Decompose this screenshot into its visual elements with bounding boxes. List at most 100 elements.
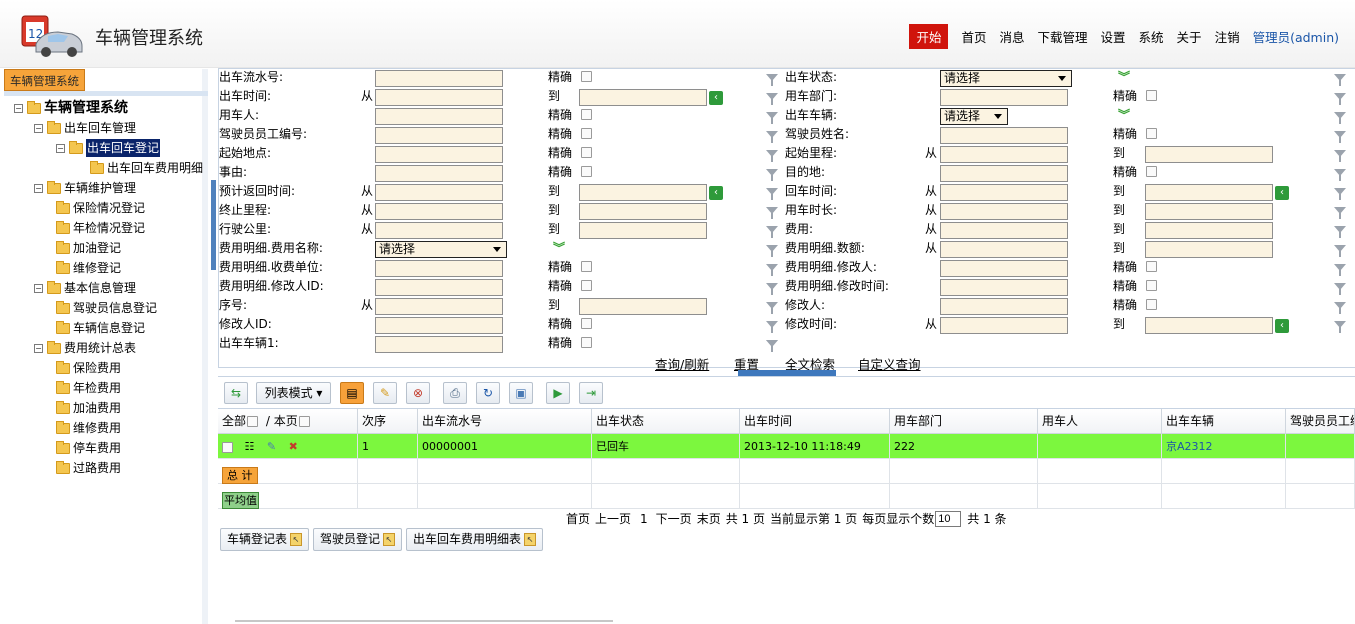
- column-header[interactable]: 出车状态: [592, 409, 740, 434]
- tree-node[interactable]: 出车回车费用明细: [90, 159, 203, 177]
- export-button[interactable]: ▣: [509, 382, 533, 404]
- field-input-from[interactable]: [375, 298, 503, 315]
- select-dropdown[interactable]: 请选择: [940, 70, 1072, 87]
- field-input[interactable]: [375, 336, 503, 353]
- pager-last[interactable]: 末页: [697, 510, 721, 527]
- filter-icon[interactable]: [766, 150, 778, 162]
- tree-node[interactable]: 维修费用: [56, 419, 121, 437]
- edit-record-button[interactable]: ✎: [373, 382, 397, 404]
- expand-chevron-icon[interactable]: ︾: [1118, 109, 1130, 121]
- edit-row-icon[interactable]: ✎: [267, 440, 276, 453]
- column-header[interactable]: 出车车辆: [1162, 409, 1286, 434]
- tree-node[interactable]: 年检情况登记: [56, 219, 145, 237]
- exact-checkbox[interactable]: [1146, 261, 1157, 272]
- filter-icon[interactable]: [1334, 264, 1346, 276]
- exact-checkbox[interactable]: [581, 71, 592, 82]
- filter-icon[interactable]: [766, 74, 778, 86]
- tab-vehicle-register[interactable]: 车辆登记表 ↖: [220, 528, 310, 551]
- field-input[interactable]: [940, 89, 1068, 106]
- refresh-list-button[interactable]: ⇆: [224, 382, 248, 404]
- tree-node[interactable]: − 车辆管理系统: [14, 99, 128, 117]
- filter-icon[interactable]: [766, 169, 778, 181]
- exact-checkbox[interactable]: [1146, 280, 1157, 291]
- collapse-toggle-icon[interactable]: −: [34, 283, 43, 293]
- filter-icon[interactable]: [1334, 74, 1346, 86]
- field-input[interactable]: [375, 165, 503, 182]
- exact-checkbox[interactable]: [581, 318, 592, 329]
- pager-prev[interactable]: 上一页: [595, 510, 631, 527]
- field-input-from[interactable]: [940, 241, 1068, 258]
- exact-checkbox[interactable]: [581, 261, 592, 272]
- tab-driver-register[interactable]: 驾驶员登记 ↖: [313, 528, 403, 551]
- list-mode-dropdown[interactable]: 列表模式 ▾: [256, 382, 331, 404]
- filter-icon[interactable]: [766, 264, 778, 276]
- field-input-to[interactable]: [579, 203, 707, 220]
- exact-checkbox[interactable]: [581, 128, 592, 139]
- field-input[interactable]: [940, 298, 1068, 315]
- cell-vehicle[interactable]: 京A2312: [1162, 434, 1286, 459]
- date-picker-button[interactable]: ‹: [709, 186, 723, 200]
- column-header[interactable]: 用车人: [1038, 409, 1162, 434]
- filter-icon[interactable]: [1334, 226, 1346, 238]
- field-input-from[interactable]: [940, 146, 1068, 163]
- nav-about[interactable]: 关于: [1177, 27, 1202, 46]
- custom-query-button[interactable]: 自定义查询: [858, 354, 921, 373]
- query-refresh-button[interactable]: 查询/刷新: [655, 354, 709, 373]
- sidebar-tab[interactable]: 车辆管理系统: [4, 69, 85, 91]
- add-record-button[interactable]: ▤: [340, 382, 364, 404]
- exact-checkbox[interactable]: [1146, 166, 1157, 177]
- nav-downloads[interactable]: 下载管理: [1038, 27, 1088, 46]
- field-input-from[interactable]: [375, 184, 503, 201]
- select-dropdown[interactable]: 请选择: [940, 108, 1008, 125]
- filter-icon[interactable]: [766, 283, 778, 295]
- sidebar-splitter[interactable]: [211, 180, 216, 270]
- tree-node[interactable]: − 费用统计总表: [34, 339, 136, 357]
- tree-node[interactable]: 停车费用: [56, 439, 121, 457]
- nav-logout[interactable]: 注销: [1215, 27, 1240, 46]
- column-header[interactable]: 次序: [358, 409, 418, 434]
- print-button[interactable]: ⎙: [443, 382, 467, 404]
- field-input[interactable]: [375, 70, 503, 87]
- filter-icon[interactable]: [766, 340, 778, 352]
- field-input-from[interactable]: [375, 89, 503, 106]
- tree-node[interactable]: 维修登记: [56, 259, 121, 277]
- field-input-to[interactable]: [1145, 184, 1273, 201]
- tree-node[interactable]: 过路费用: [56, 459, 121, 477]
- tree-node[interactable]: 车辆信息登记: [56, 319, 145, 337]
- field-input-to[interactable]: [1145, 241, 1273, 258]
- collapse-toggle-icon[interactable]: −: [34, 343, 43, 353]
- filter-icon[interactable]: [1334, 302, 1346, 314]
- field-input-from[interactable]: [940, 317, 1068, 334]
- tree-node[interactable]: 保险费用: [56, 359, 121, 377]
- row-checkbox[interactable]: [222, 441, 233, 453]
- tree-node[interactable]: − 出车回车管理: [34, 119, 136, 137]
- column-header[interactable]: 出车时间: [740, 409, 890, 434]
- field-input-to[interactable]: [1145, 222, 1273, 239]
- field-input[interactable]: [375, 260, 503, 277]
- tree-node[interactable]: 年检费用: [56, 379, 121, 397]
- filter-icon[interactable]: [1334, 207, 1346, 219]
- filter-icon[interactable]: [766, 321, 778, 333]
- expand-chevron-icon[interactable]: ︾: [553, 242, 565, 254]
- filter-icon[interactable]: [766, 112, 778, 124]
- filter-icon[interactable]: [766, 93, 778, 105]
- field-input[interactable]: [940, 165, 1068, 182]
- field-input-from[interactable]: [375, 203, 503, 220]
- filter-icon[interactable]: [1334, 321, 1346, 333]
- tree-node[interactable]: 加油费用: [56, 399, 121, 417]
- select-page-checkbox[interactable]: [298, 416, 310, 427]
- filter-icon[interactable]: [1334, 112, 1346, 124]
- current-user[interactable]: 管理员(admin): [1253, 27, 1339, 46]
- column-header[interactable]: 用车部门: [890, 409, 1038, 434]
- filter-icon[interactable]: [1334, 93, 1346, 105]
- exact-checkbox[interactable]: [581, 109, 592, 120]
- import-button[interactable]: ▶: [546, 382, 570, 404]
- exact-checkbox[interactable]: [1146, 299, 1157, 310]
- field-input[interactable]: [375, 279, 503, 296]
- nav-system[interactable]: 系统: [1139, 27, 1164, 46]
- exact-checkbox[interactable]: [1146, 90, 1157, 101]
- filter-icon[interactable]: [1334, 245, 1346, 257]
- field-input[interactable]: [375, 127, 503, 144]
- exit-button[interactable]: ⇥: [579, 382, 603, 404]
- filter-icon[interactable]: [766, 188, 778, 200]
